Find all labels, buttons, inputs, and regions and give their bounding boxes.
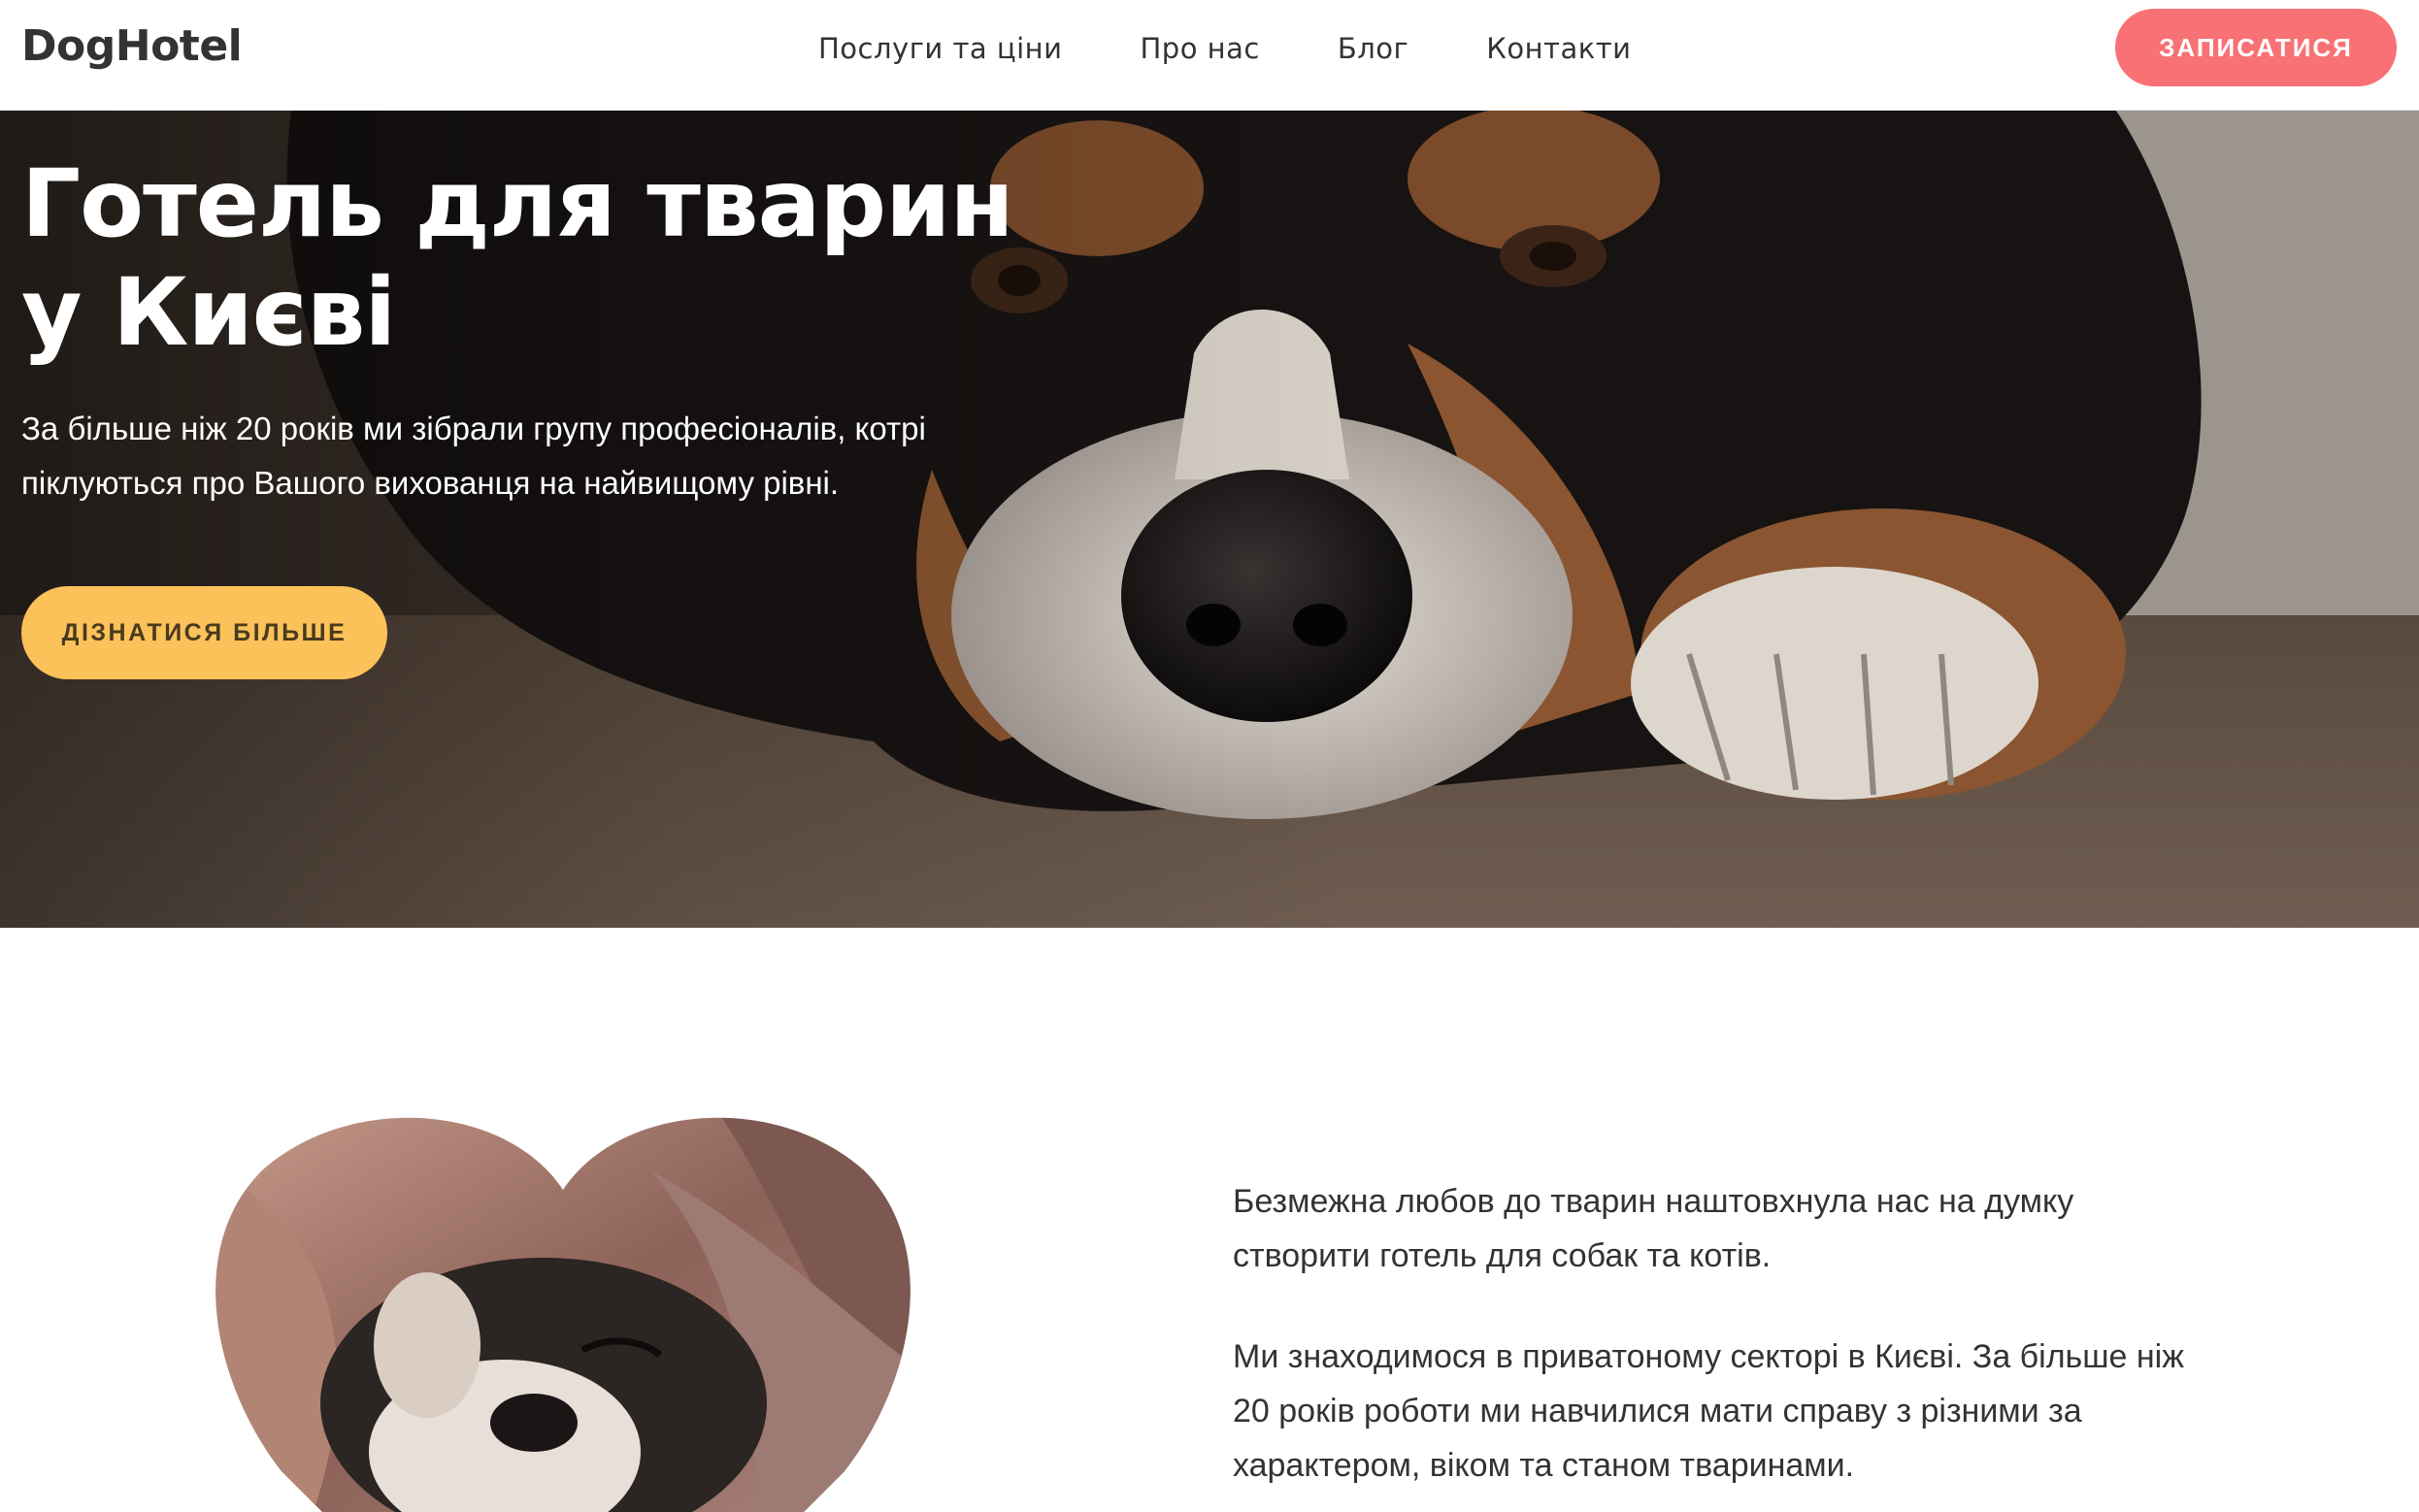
logo[interactable]: DogHotel bbox=[21, 21, 243, 72]
nav-link-services[interactable]: Послуги та ціни bbox=[818, 29, 1062, 68]
about-paragraph-1: Безмежна любов до тварин наштовхнула нас… bbox=[1233, 1183, 2074, 1274]
main-nav: Послуги та ціни Про нас Блог Контакти bbox=[818, 27, 1631, 70]
puppy-heart-image bbox=[215, 1117, 911, 1512]
signup-button[interactable]: ЗАПИСАТИСЯ bbox=[2115, 9, 2397, 86]
about-paragraph-2: Ми знаходимося в приватоному секторі в К… bbox=[1233, 1338, 2184, 1484]
nav-link-contacts[interactable]: Контакти bbox=[1486, 29, 1631, 68]
hero-section: Готель для тварин у Києві За більше ніж … bbox=[0, 111, 2419, 928]
site-header: DogHotel Послуги та ціни Про нас Блог Ко… bbox=[0, 0, 2419, 111]
about-section: Безмежна любов до тварин наштовхнула нас… bbox=[0, 928, 2419, 1512]
learn-more-button[interactable]: ДІЗНАТИСЯ БІЛЬШЕ bbox=[21, 586, 387, 679]
nav-link-about[interactable]: Про нас bbox=[1140, 29, 1259, 68]
hero-title: Готель для тварин у Києві bbox=[21, 149, 1014, 367]
about-text: Безмежна любов до тварин наштовхнула нас… bbox=[1233, 1174, 2204, 1512]
hero-description: За більше ніж 20 років ми зібрали групу … bbox=[21, 411, 926, 501]
nav-link-blog[interactable]: Блог bbox=[1338, 29, 1408, 68]
